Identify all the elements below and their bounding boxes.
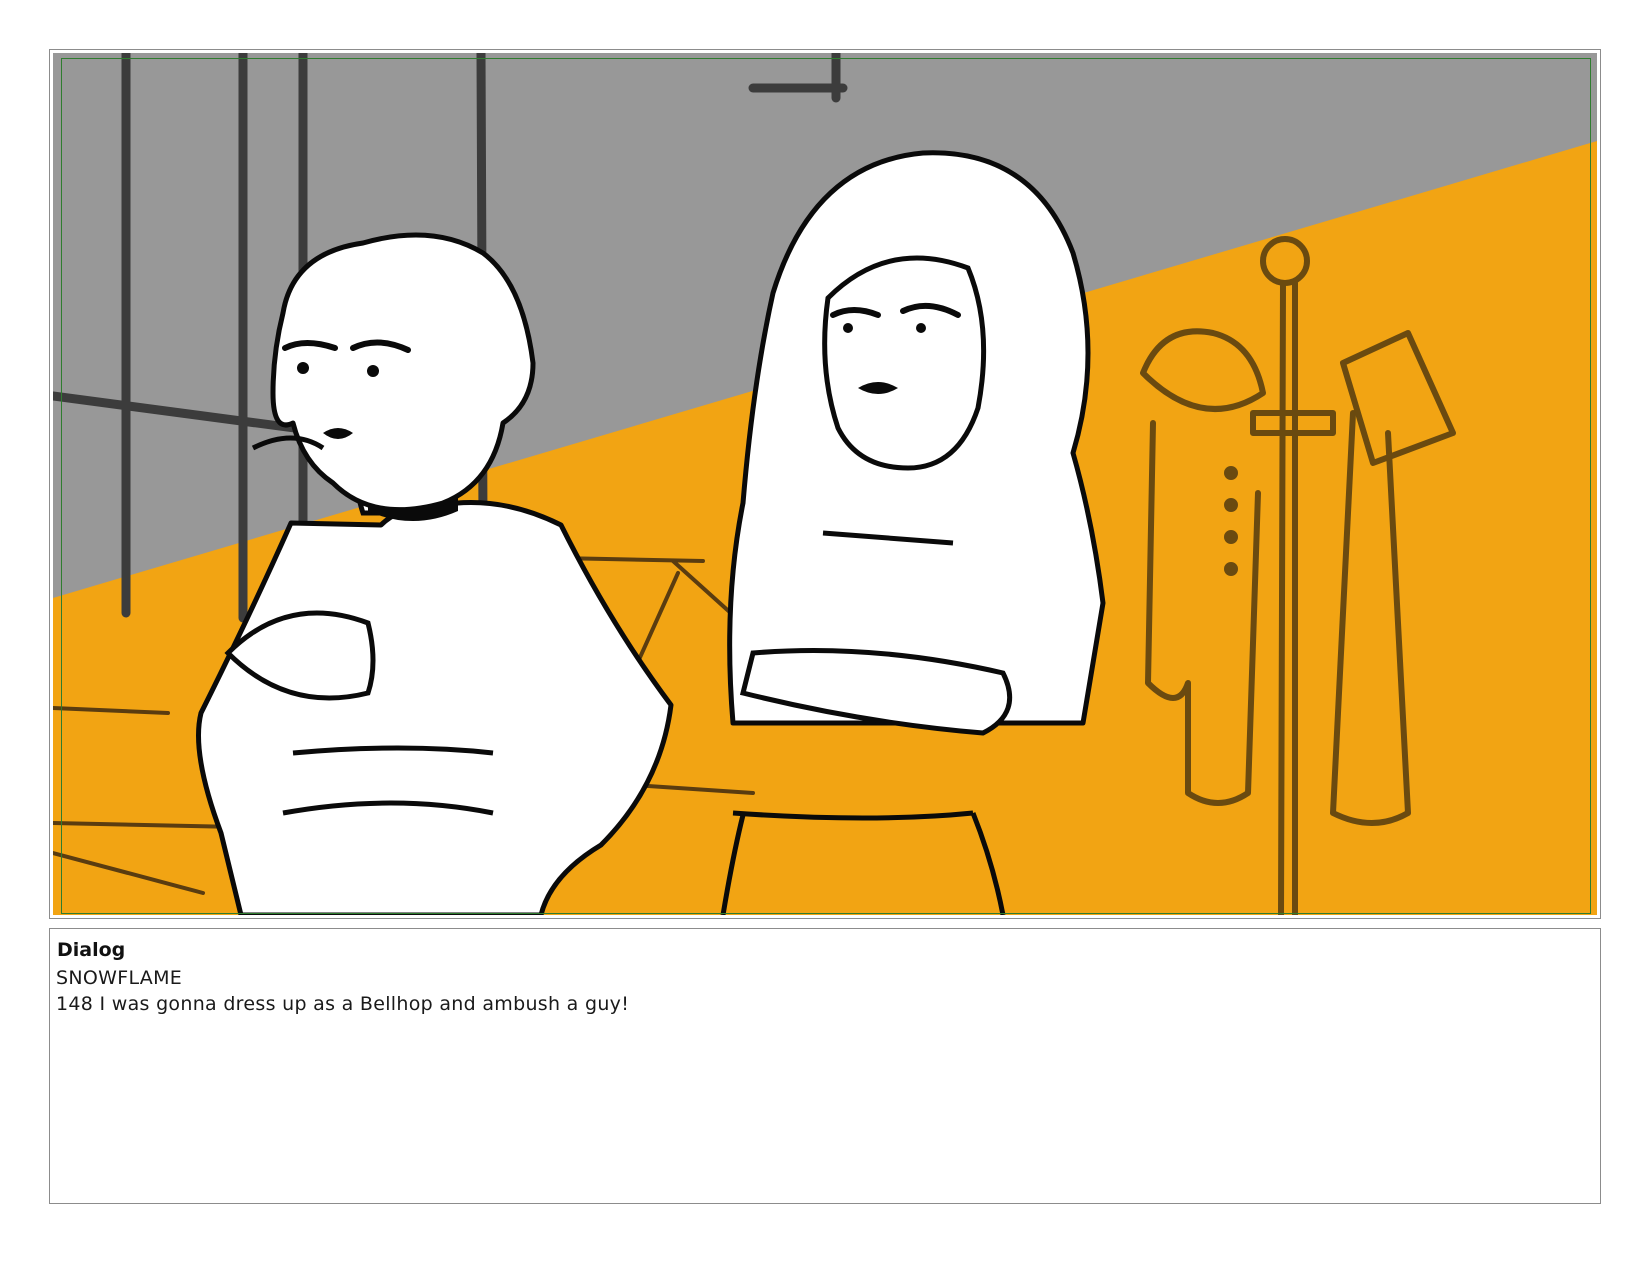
panel-drawing [53,53,1597,915]
dialog-character-name: SNOWFLAME [56,967,183,989]
dialog-heading: Dialog [57,939,126,961]
storyboard-panel [49,49,1601,919]
dialog-panel: Dialog SNOWFLAME 148 I was gonna dress u… [49,928,1601,1204]
dialog-line-text: 148 I was gonna dress up as a Bellhop an… [56,993,630,1015]
storyboard-sketch-image [53,53,1597,915]
